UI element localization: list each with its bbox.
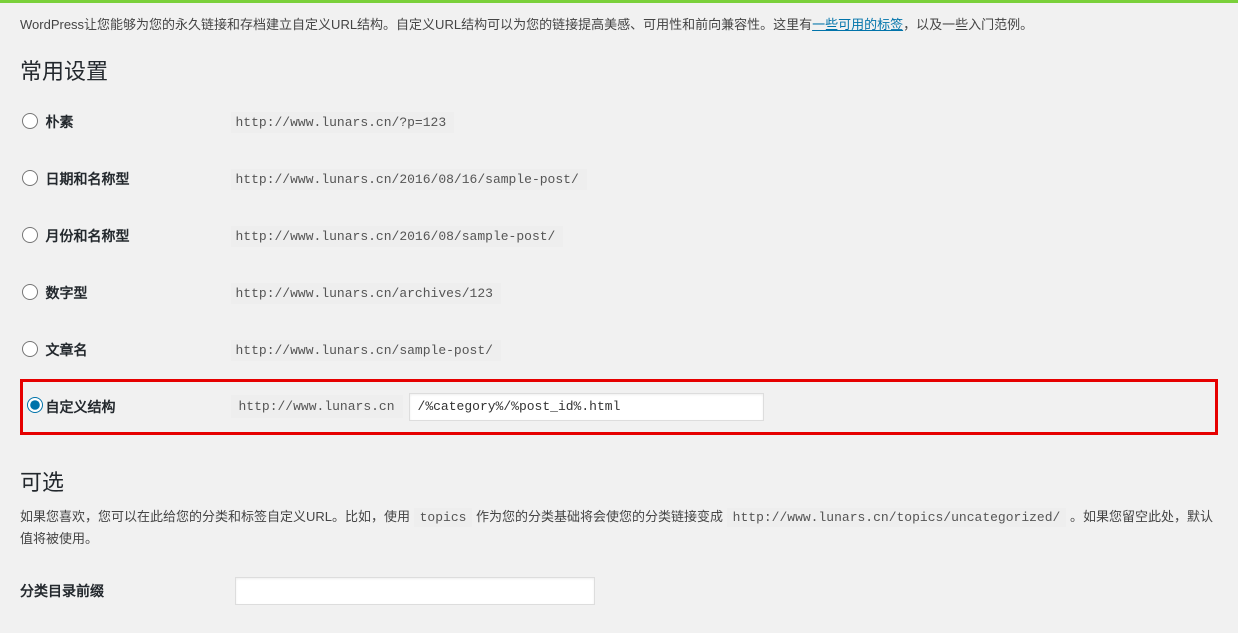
option-date-name-radio[interactable] [22, 170, 38, 186]
option-numeric-radio[interactable] [22, 284, 38, 300]
option-date-name-example: http://www.lunars.cn/2016/08/16/sample-p… [231, 169, 587, 190]
notice-top-border [0, 0, 1238, 3]
custom-structure-wrap: http://www.lunars.cn [231, 393, 1216, 421]
option-plain-example: http://www.lunars.cn/?p=123 [231, 112, 455, 133]
option-numeric-example: http://www.lunars.cn/archives/123 [231, 283, 501, 304]
option-postname-radio[interactable] [22, 341, 38, 357]
permalink-settings-page: WordPress让您能够为您的永久链接和存档建立自定义URL结构。自定义URL… [0, 15, 1238, 633]
desc-prefix: WordPress让您能够为您的永久链接和存档建立自定义URL结构。自定义URL… [20, 17, 812, 32]
desc-suffix: ，以及一些入门范例。 [903, 17, 1033, 32]
option-numeric-row: 数字型 http://www.lunars.cn/archives/123 [22, 265, 1217, 322]
option-plain-row: 朴素 http://www.lunars.cn/?p=123 [22, 94, 1217, 151]
optional-desc-code1: topics [414, 508, 473, 527]
optional-desc-part2: 作为您的分类基础将会使您的分类链接变成 [472, 509, 726, 524]
option-month-name-radio[interactable] [22, 227, 38, 243]
optional-desc-code2: http://www.lunars.cn/topics/uncategorize… [727, 508, 1067, 527]
option-custom-radio[interactable] [27, 397, 43, 413]
optional-settings-table: 分类目录前缀 [20, 569, 1218, 613]
custom-base-url: http://www.lunars.cn [231, 395, 403, 418]
optional-description: 如果您喜欢，您可以在此给您的分类和标签自定义URL。比如，使用 topics 作… [20, 507, 1218, 550]
option-postname-label[interactable]: 文章名 [46, 342, 88, 358]
option-date-name-label[interactable]: 日期和名称型 [46, 171, 130, 187]
category-prefix-label[interactable]: 分类目录前缀 [20, 583, 104, 599]
category-prefix-row: 分类目录前缀 [20, 569, 1218, 613]
common-settings-heading: 常用设置 [20, 54, 1218, 86]
page-description: WordPress让您能够为您的永久链接和存档建立自定义URL结构。自定义URL… [20, 15, 1218, 36]
custom-structure-input[interactable] [409, 393, 764, 421]
optional-heading: 可选 [20, 465, 1218, 497]
option-numeric-label[interactable]: 数字型 [46, 285, 88, 301]
option-month-name-row: 月份和名称型 http://www.lunars.cn/2016/08/samp… [22, 208, 1217, 265]
option-postname-row: 文章名 http://www.lunars.cn/sample-post/ [22, 322, 1217, 381]
option-plain-radio[interactable] [22, 113, 38, 129]
option-month-name-label[interactable]: 月份和名称型 [46, 228, 130, 244]
optional-desc-part1: 如果您喜欢，您可以在此给您的分类和标签自定义URL。比如，使用 [20, 509, 414, 524]
available-tags-link[interactable]: 一些可用的标签 [812, 17, 903, 32]
option-date-name-row: 日期和名称型 http://www.lunars.cn/2016/08/16/s… [22, 151, 1217, 208]
permalink-options-table: 朴素 http://www.lunars.cn/?p=123 日期和名称型 ht… [20, 94, 1218, 435]
option-plain-label[interactable]: 朴素 [46, 114, 74, 130]
option-custom-row: 自定义结构 http://www.lunars.cn [22, 380, 1217, 433]
option-custom-label[interactable]: 自定义结构 [46, 399, 116, 415]
option-month-name-example: http://www.lunars.cn/2016/08/sample-post… [231, 226, 564, 247]
option-postname-example: http://www.lunars.cn/sample-post/ [231, 340, 501, 361]
category-prefix-input[interactable] [235, 577, 595, 605]
